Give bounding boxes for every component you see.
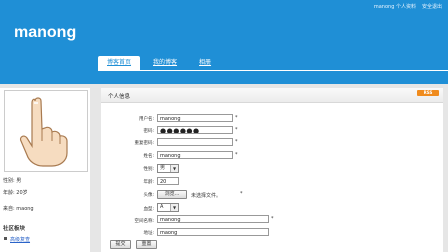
required-mark: * <box>235 139 238 145</box>
password-label: 密码: <box>143 129 154 134</box>
age-label: 年龄: <box>143 180 154 185</box>
blood-select[interactable]: A ▼ <box>157 203 179 212</box>
space-name-field[interactable]: manong <box>157 215 269 223</box>
file-status: 未选择文件。 <box>191 193 222 199</box>
main-nav: 博客首页 我的博客 相册 <box>98 56 224 70</box>
profile-link[interactable]: manong 个人资料 <box>374 3 416 10</box>
blood-value: A <box>160 204 164 210</box>
logout-link[interactable]: 安全退出 <box>422 3 442 10</box>
tab-my-blog[interactable]: 我的博客 <box>144 56 186 70</box>
username-label: 用户名: <box>138 117 154 122</box>
bullet-icon <box>4 237 7 240</box>
tab-album[interactable]: 相册 <box>190 56 220 70</box>
reset-button[interactable]: 重置 <box>136 240 157 249</box>
chevron-down-icon: ▼ <box>170 165 178 172</box>
password-field[interactable]: ●●●●●● <box>157 126 233 134</box>
browse-button[interactable]: 浏览... <box>157 190 187 199</box>
name-field[interactable]: manong <box>157 151 233 159</box>
panel-title: 个人信息 <box>108 94 131 100</box>
from-text: 来自: maong <box>3 206 34 212</box>
site-title: manong <box>14 24 77 41</box>
avatar-label: 头像: <box>143 193 154 198</box>
gender-text: 性别: 男 <box>3 178 22 184</box>
gender-select[interactable]: 男 ▼ <box>157 164 179 173</box>
required-mark: * <box>240 191 243 197</box>
nav-divider <box>98 70 448 71</box>
sidebar-link-review[interactable]: 高级复查 <box>10 236 30 243</box>
repassword-field[interactable] <box>157 138 233 146</box>
gender-value: 男 <box>160 165 166 171</box>
submit-button[interactable]: 提交 <box>110 240 131 249</box>
pointing-hand-icon <box>19 97 68 167</box>
required-mark: * <box>235 152 238 158</box>
tab-blog-home[interactable]: 博客首页 <box>98 56 141 70</box>
age-field[interactable]: 20 <box>157 177 179 185</box>
avatar <box>4 90 88 172</box>
header: manong 个人资料 安全退出 manong 博客首页 我的博客 相册 <box>0 0 448 84</box>
panel-header: 个人信息 RSS <box>101 88 443 103</box>
required-mark: * <box>235 115 238 121</box>
addr-label: 地址: <box>143 231 154 236</box>
required-mark: * <box>271 216 274 222</box>
section-title: 社区板块 <box>3 226 26 232</box>
gender-label: 性别: <box>143 167 154 172</box>
username-field[interactable]: manong <box>157 114 233 122</box>
top-links: manong 个人资料 安全退出 <box>374 3 442 10</box>
required-mark: * <box>235 127 238 133</box>
chevron-down-icon: ▼ <box>170 204 178 211</box>
address-field[interactable]: maong <box>157 228 269 236</box>
repassword-label: 重复密码: <box>134 141 154 146</box>
rss-icon[interactable]: RSS <box>417 90 439 96</box>
blood-label: 血型: <box>143 207 154 212</box>
age-text: 年龄: 20岁 <box>3 190 28 196</box>
space-label: 空间名称: <box>134 219 154 224</box>
name-label: 姓名: <box>143 154 154 159</box>
